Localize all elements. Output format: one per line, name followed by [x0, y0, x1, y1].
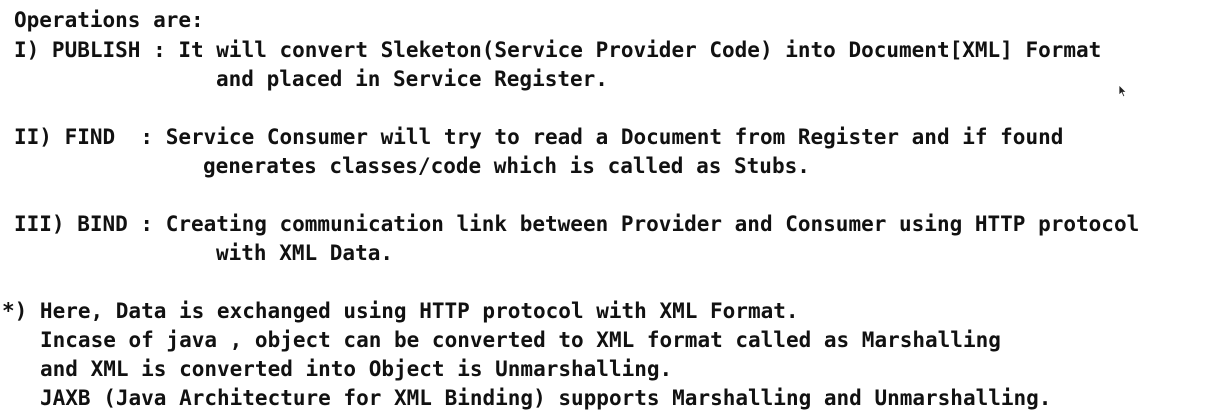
bind-line-1: III) BIND : Creating communication link …: [14, 212, 1140, 236]
publish-line-1: I) PUBLISH : It will convert Sleketon(Se…: [14, 38, 1102, 62]
find-line-1: II) FIND : Service Consumer will try to …: [14, 125, 1064, 149]
mouse-pointer-icon: [1118, 84, 1128, 98]
note-line-1: *) Here, Data is exchanged using HTTP pr…: [2, 299, 799, 323]
note-line-3: and XML is converted into Object is Unma…: [40, 357, 673, 381]
publish-line-2: and placed in Service Register.: [216, 67, 608, 91]
bind-line-2: with XML Data.: [216, 241, 394, 265]
find-line-2: generates classes/code which is called a…: [203, 154, 810, 178]
note-line-2: Incase of java , object can be converted…: [40, 328, 1001, 352]
note-line-4: JAXB (Java Architecture for XML Binding)…: [40, 386, 1052, 410]
document-page: Operations are: I) PUBLISH : It will con…: [0, 0, 1228, 418]
intro-heading: Operations are:: [14, 8, 204, 32]
